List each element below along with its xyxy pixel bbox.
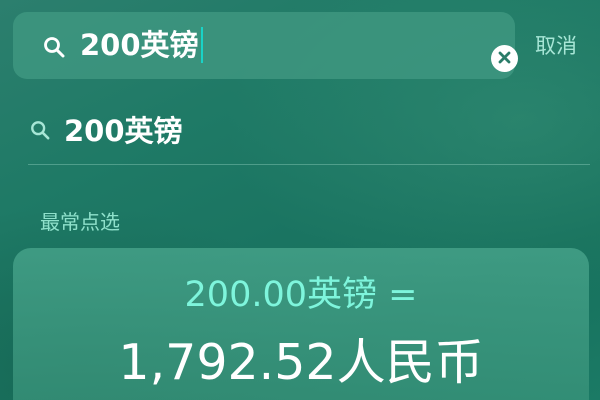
search-icon	[43, 36, 65, 62]
search-icon	[30, 120, 50, 144]
suggestion-text: 200英镑	[64, 114, 183, 148]
divider	[28, 164, 590, 165]
close-icon	[498, 49, 511, 68]
conversion-result-card[interactable]: 200.00英镑 = 1,792.52人民币	[13, 248, 589, 400]
search-bar[interactable]: 200英镑	[13, 12, 518, 79]
suggestion-item[interactable]: 200英镑	[28, 105, 590, 163]
text-cursor	[200, 27, 204, 63]
clear-search-button[interactable]	[491, 45, 518, 72]
search-input[interactable]: 200英镑	[80, 26, 204, 65]
section-title-top-hits: 最常点选	[40, 210, 120, 234]
search-query: 200英镑	[80, 28, 199, 62]
conversion-result: 1,792.52人民币	[118, 334, 484, 391]
conversion-source: 200.00英镑 =	[184, 275, 418, 315]
cancel-button[interactable]: 取消	[535, 32, 577, 60]
